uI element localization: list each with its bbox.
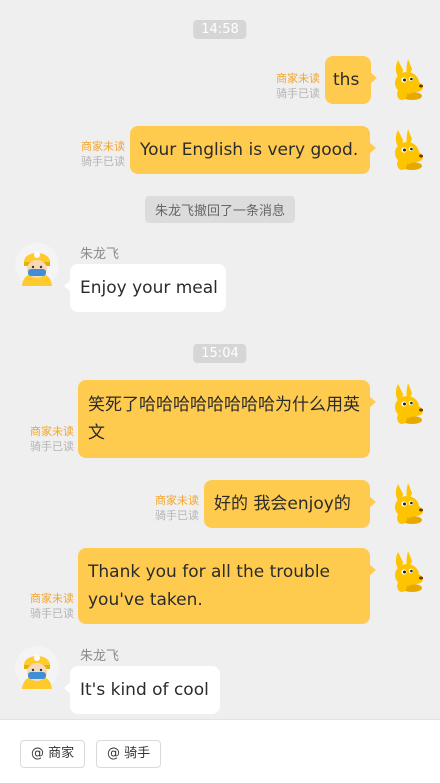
merchant-unread-label: 商家未读 bbox=[155, 494, 199, 507]
rider-read-label: 骑手已读 bbox=[30, 607, 74, 620]
message-text: Your English is very good. bbox=[140, 140, 359, 160]
outgoing-message-bubble[interactable]: Your English is very good. bbox=[130, 126, 376, 174]
message-text: 笑死了哈哈哈哈哈哈哈哈为什么用英文 bbox=[88, 395, 360, 443]
recall-notice: 朱龙飞撤回了一条消息 bbox=[144, 196, 296, 223]
message-text: 好的 我会enjoy的 bbox=[214, 494, 351, 514]
rider-read-label: 骑手已读 bbox=[276, 87, 320, 100]
rider-read-label: 骑手已读 bbox=[81, 155, 125, 168]
incoming-message-bubble[interactable]: It's kind of cool bbox=[64, 666, 220, 714]
rider-read-label: 骑手已读 bbox=[155, 509, 199, 522]
read-status: 商家未读 骑手已读 bbox=[155, 493, 199, 523]
message-text: Thank you for all the trouble you've tak… bbox=[88, 562, 331, 610]
read-status: 商家未读 骑手已读 bbox=[30, 591, 74, 621]
merchant-unread-label: 商家未读 bbox=[30, 592, 74, 605]
outgoing-message-bubble[interactable]: Thank you for all the trouble you've tak… bbox=[78, 548, 376, 624]
rider-read-label: 骑手已读 bbox=[30, 440, 74, 453]
merchant-unread-label: 商家未读 bbox=[30, 425, 74, 438]
outgoing-message-bubble[interactable]: 笑死了哈哈哈哈哈哈哈哈为什么用英文 bbox=[78, 380, 376, 458]
timestamp: 14:58 bbox=[193, 20, 247, 39]
merchant-unread-label: 商家未读 bbox=[276, 72, 320, 85]
timestamp: 15:04 bbox=[193, 344, 247, 363]
kangaroo-avatar-icon[interactable] bbox=[384, 56, 430, 102]
sender-name: 朱龙飞 bbox=[80, 247, 120, 262]
mention-merchant-button[interactable]: @ 商家 bbox=[20, 740, 86, 768]
kangaroo-avatar-icon[interactable] bbox=[384, 480, 430, 526]
rider-avatar-icon[interactable] bbox=[14, 242, 60, 288]
kangaroo-avatar-icon[interactable] bbox=[384, 380, 430, 426]
read-status: 商家未读 骑手已读 bbox=[30, 424, 74, 454]
read-status: 商家未读 骑手已读 bbox=[81, 139, 125, 169]
kangaroo-avatar-icon[interactable] bbox=[384, 548, 430, 594]
incoming-message-bubble[interactable]: Enjoy your meal bbox=[64, 264, 226, 312]
bottom-toolbar: @ 商家 @ 骑手 bbox=[0, 719, 440, 783]
mention-rider-button[interactable]: @ 骑手 bbox=[96, 740, 162, 768]
read-status: 商家未读 骑手已读 bbox=[276, 71, 320, 101]
message-text: Enjoy your meal bbox=[80, 278, 218, 298]
outgoing-message-bubble[interactable]: 好的 我会enjoy的 bbox=[204, 480, 376, 528]
kangaroo-avatar-icon[interactable] bbox=[384, 126, 430, 172]
rider-avatar-icon[interactable] bbox=[14, 645, 60, 691]
merchant-unread-label: 商家未读 bbox=[81, 140, 125, 153]
message-text: It's kind of cool bbox=[80, 680, 209, 700]
outgoing-message-bubble[interactable]: ths bbox=[325, 56, 377, 104]
sender-name: 朱龙飞 bbox=[80, 649, 120, 664]
message-text: ths bbox=[333, 70, 360, 90]
